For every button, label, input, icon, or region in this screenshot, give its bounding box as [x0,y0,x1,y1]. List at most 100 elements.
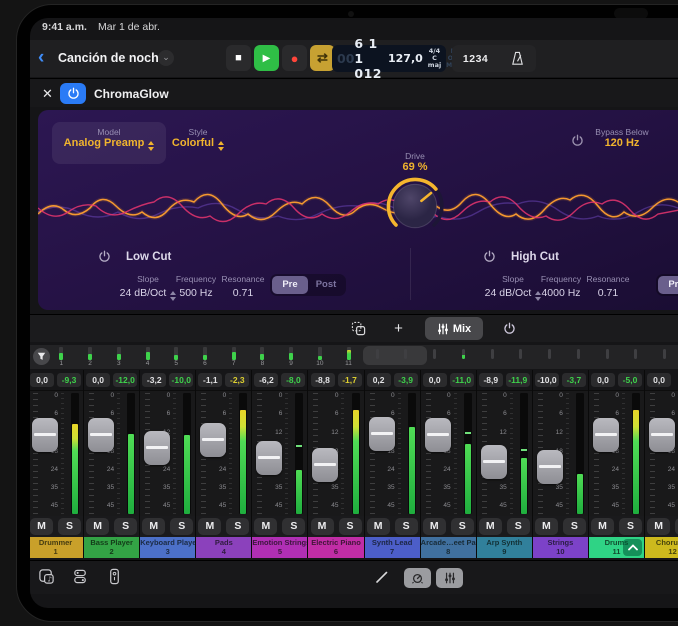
fader-cap[interactable] [200,423,226,457]
mute-button[interactable]: M [311,518,334,535]
solo-button[interactable]: S [619,518,642,535]
pre-button[interactable]: Pre [272,276,308,294]
level-control[interactable]: Level 0.0 [660,127,678,149]
peak-value[interactable]: -3,7 [562,373,586,387]
peak-value[interactable]: -9,3 [57,373,81,387]
solo-button[interactable]: S [114,518,137,535]
low-cut-power-icon[interactable] [98,250,111,263]
volume-value[interactable]: -3,2 [142,373,166,387]
track-name-bar[interactable]: Drummer 1 [30,537,83,558]
solo-button[interactable]: S [282,518,305,535]
mute-button[interactable]: M [535,518,558,535]
volume-value[interactable]: 0,0 [423,373,447,387]
add-track-button[interactable]: + [385,317,412,340]
volume-value[interactable]: -8,9 [479,373,503,387]
solo-button[interactable]: S [58,518,81,535]
overview-track[interactable] [535,346,564,368]
mute-button[interactable]: M [367,518,390,535]
peak-value[interactable]: -10,0 [169,373,193,387]
track-name-bar[interactable]: Emotion Strings 5 [252,537,307,558]
metronome-icon[interactable] [510,51,525,66]
overview-track[interactable]: 1 [47,346,76,368]
track-name-bar[interactable]: Drums 11 [589,537,644,558]
overview-track[interactable]: 2 [76,346,105,368]
mute-button[interactable]: M [142,518,165,535]
peak-value[interactable]: -11,0 [450,373,474,387]
song-menu-chevron-icon[interactable]: ⌄ [158,50,174,66]
track-name-bar[interactable]: Strings 10 [533,537,588,558]
overview-track[interactable] [650,346,678,368]
plugins-icon[interactable] [72,568,89,585]
overview-track[interactable]: 8 [248,346,277,368]
peak-value[interactable]: -8,0 [281,373,305,387]
stop-button[interactable]: ■ [226,45,251,71]
model-selector[interactable]: Model Analog Preamp [52,122,166,164]
loop-browser-icon[interactable]: ♪ [38,568,55,585]
solo-button[interactable]: S [563,518,586,535]
solo-button[interactable]: S [395,518,418,535]
solo-button[interactable]: S [170,518,193,535]
peak-value[interactable]: -2,3 [225,373,249,387]
high-cut-resonance[interactable]: Resonance 0.71 [575,274,641,299]
count-in-button[interactable]: 1234 [463,53,488,65]
track-name-bar[interactable]: Chorus V 12 [645,537,678,558]
volume-value[interactable]: 0,0 [591,373,615,387]
overview-track[interactable] [621,346,650,368]
mixer-power-button[interactable] [496,317,523,340]
overview-track[interactable] [392,346,421,368]
overview-track[interactable] [363,346,392,368]
fader-cap[interactable] [537,450,563,484]
back-chevron-icon[interactable]: ‹ [38,46,44,70]
track-name-bar[interactable]: Arp Synth 9 [477,537,532,558]
drive-knob[interactable] [384,175,446,237]
volume-value[interactable]: 0,0 [30,373,54,387]
fader-icon[interactable] [106,568,123,585]
overview-track[interactable]: 5 [162,346,191,368]
peak-value[interactable]: -11,9 [506,373,530,387]
volume-value[interactable]: 0,0 [86,373,110,387]
record-button[interactable]: ● [282,45,307,71]
volume-value[interactable]: -10,0 [535,373,559,387]
knob-view-button[interactable] [404,568,431,588]
high-cut-power-icon[interactable] [483,250,496,263]
duplicate-icon[interactable] [345,317,372,340]
fader-cap[interactable] [32,418,58,452]
track-name-bar[interactable]: Synth Lead 7 [365,537,420,558]
drive-knob-control[interactable]: Drive 69 % [375,151,455,237]
style-selector[interactable]: Style Colorful [158,127,238,151]
fader-cap[interactable] [425,418,451,452]
volume-value[interactable]: -8,8 [311,373,335,387]
fader-cap[interactable] [312,448,338,482]
overview-track[interactable]: 9 [277,346,306,368]
mute-button[interactable]: M [30,518,53,535]
solo-button[interactable]: S [339,518,362,535]
volume-value[interactable]: -1,1 [198,373,222,387]
overview-track[interactable]: 11 [334,346,363,368]
mute-button[interactable]: M [591,518,614,535]
overview-track[interactable] [507,346,536,368]
pre-button[interactable]: Pre [658,276,678,294]
overview-track[interactable]: 10 [305,346,334,368]
overview-track[interactable] [449,346,478,368]
fader-cap[interactable] [144,431,170,465]
low-cut-resonance[interactable]: Resonance 0.71 [210,274,276,299]
overview-track[interactable]: 3 [104,346,133,368]
solo-button[interactable]: S [507,518,530,535]
close-icon[interactable]: ✕ [42,86,53,102]
overview-track[interactable] [478,346,507,368]
play-button[interactable]: ▶ [254,45,279,71]
mute-button[interactable]: M [254,518,277,535]
overview-track[interactable] [564,346,593,368]
song-title[interactable]: Canción de noche [58,51,166,65]
lcd-display[interactable]: 00 6 1 1 012 127,0 4/4 C maj In Out MIDI [332,45,446,72]
bypass-below-control[interactable]: Bypass Below 120 Hz [590,127,654,149]
fader-cap[interactable] [369,417,395,451]
fader-cap[interactable] [481,445,507,479]
mute-button[interactable]: M [479,518,502,535]
overview-track[interactable]: 7 [219,346,248,368]
overview-track[interactable] [420,346,449,368]
bypass-power-icon[interactable] [571,134,584,147]
fader-cap[interactable] [88,418,114,452]
post-button[interactable]: Post [308,276,344,294]
fader-cap[interactable] [256,441,282,475]
